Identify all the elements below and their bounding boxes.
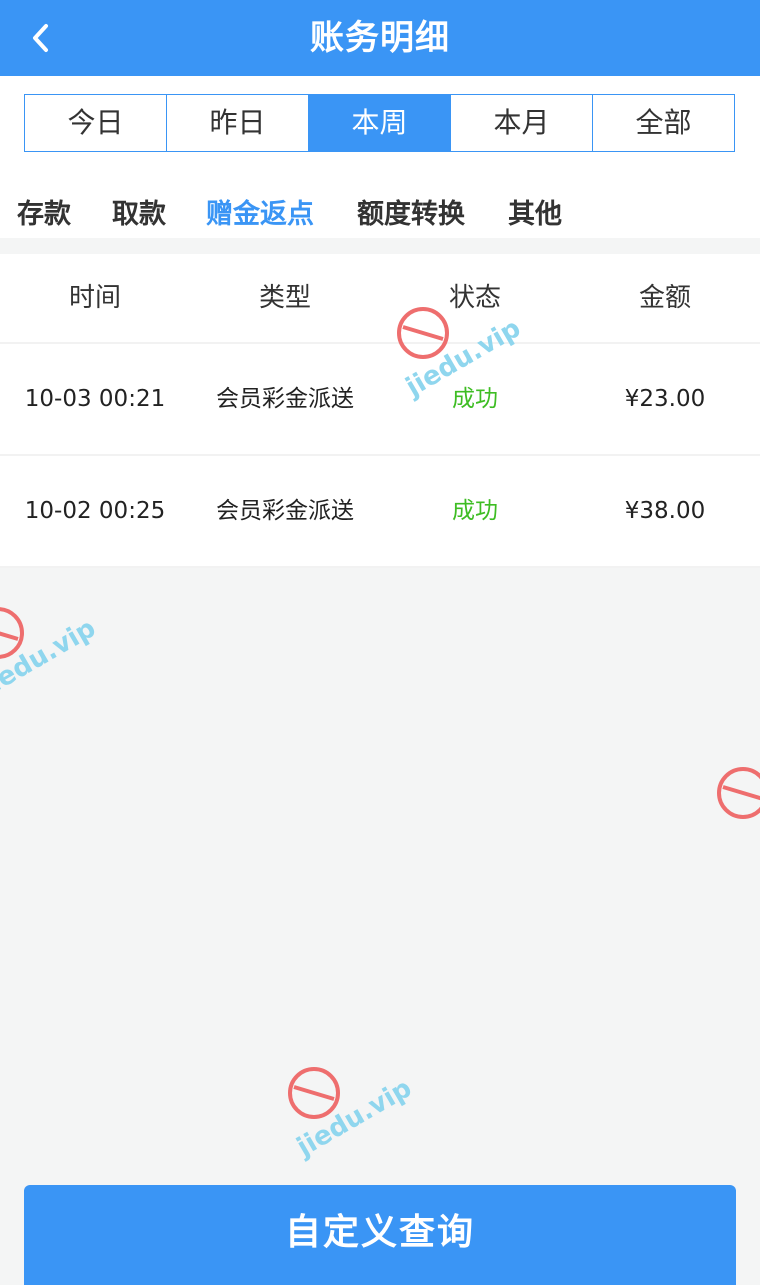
watermark: jiedu.vip — [0, 605, 101, 703]
watermark — [715, 765, 760, 829]
table-header: 时间 类型 状态 金额 — [0, 254, 760, 344]
column-header-time: 时间 — [68, 283, 121, 313]
tab-other[interactable]: 其他 — [508, 192, 562, 231]
column-header-type: 类型 — [258, 283, 311, 313]
row-status: 成功 — [452, 386, 498, 412]
period-filter-bar: 今日 昨日 本周 本月 全部 — [0, 76, 760, 166]
row-type: 会员彩金派送 — [216, 498, 354, 524]
row-type: 会员彩金派送 — [216, 386, 354, 412]
tab-this-month[interactable]: 本月 — [450, 94, 593, 152]
watermark-text: jiedu.vip — [0, 613, 101, 703]
no-entry-icon — [288, 1067, 340, 1119]
column-header-amount: 金额 — [638, 283, 691, 313]
tab-bonus-rebate[interactable]: 赠金返点 — [206, 192, 314, 231]
category-tabs: 存款 取款 赠金返点 额度转换 其他 — [0, 166, 760, 238]
records-table: 时间 类型 状态 金额 10-03 00:21 会员彩金派送 成功 ¥23.00… — [0, 254, 760, 568]
period-tabs: 今日 昨日 本周 本月 全部 — [24, 94, 735, 152]
table-row[interactable]: 10-03 00:21 会员彩金派送 成功 ¥23.00 — [0, 344, 760, 456]
column-header-status: 状态 — [448, 283, 501, 313]
row-amount: ¥38.00 — [624, 498, 706, 524]
tab-deposit[interactable]: 存款 — [17, 192, 71, 231]
tab-withdraw[interactable]: 取款 — [112, 192, 166, 231]
custom-query-button[interactable]: 自定义查询 — [24, 1185, 736, 1285]
tab-all[interactable]: 全部 — [592, 94, 735, 152]
row-time: 10-03 00:21 — [24, 386, 166, 412]
row-amount: ¥23.00 — [624, 386, 706, 412]
watermark-text: jiedu.vip — [292, 1073, 417, 1163]
tab-yesterday[interactable]: 昨日 — [166, 94, 309, 152]
tab-this-week[interactable]: 本周 — [308, 94, 451, 152]
no-entry-icon — [717, 767, 760, 819]
tab-today[interactable]: 今日 — [24, 94, 167, 152]
app-header: 账务明细 — [0, 0, 760, 76]
row-status: 成功 — [452, 498, 498, 524]
page-title: 账务明细 — [310, 18, 450, 58]
table-row[interactable]: 10-02 00:25 会员彩金派送 成功 ¥38.00 — [0, 456, 760, 568]
row-time: 10-02 00:25 — [24, 498, 166, 524]
tab-credit-transfer[interactable]: 额度转换 — [357, 192, 465, 231]
watermark: jiedu.vip — [286, 1065, 417, 1163]
no-entry-icon — [0, 607, 24, 659]
